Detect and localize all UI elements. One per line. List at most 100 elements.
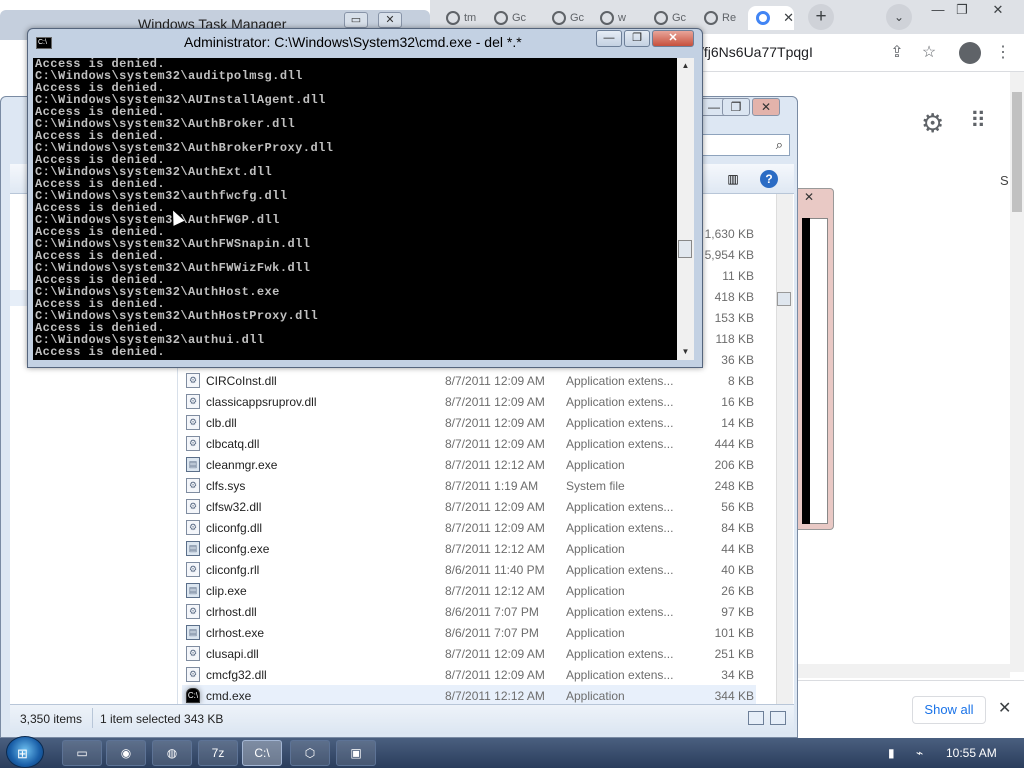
bookmark-star-icon[interactable]: ☆ bbox=[918, 42, 940, 64]
cmd-scrollbar[interactable] bbox=[677, 58, 694, 360]
file-row[interactable]: ▤ cliconfg.exe 8/7/2011 12:12 AM Applicatio… bbox=[182, 538, 756, 559]
cmd-file-icon: C:\ bbox=[186, 688, 200, 703]
dll-file-icon: ⚙ bbox=[186, 646, 200, 661]
explorer-scrollbar[interactable] bbox=[776, 194, 793, 704]
chrome-tab-1[interactable]: tm bbox=[438, 6, 486, 30]
file-row[interactable]: C:\ cmd.exe 8/7/2011 12:12 AM Application 34… bbox=[182, 685, 756, 706]
close-icon[interactable]: ✕ bbox=[652, 30, 694, 47]
show-all-button[interactable]: Show all bbox=[912, 696, 986, 724]
apps-grid-icon[interactable]: ⠿ bbox=[970, 108, 986, 134]
preview-pane-icon[interactable]: ▥ bbox=[724, 170, 742, 188]
scroll-thumb[interactable] bbox=[1012, 92, 1022, 212]
google-icon bbox=[494, 11, 508, 25]
minimize-icon[interactable]: — bbox=[596, 30, 622, 47]
chrome-tab-4[interactable]: w bbox=[592, 6, 640, 30]
close-icon[interactable]: ✕ bbox=[986, 2, 1010, 20]
file-size-cell: 36 KB bbox=[721, 353, 754, 367]
cmd-window-icon: C:\ bbox=[36, 37, 52, 49]
file-row[interactable]: ⚙ clusapi.dll 8/7/2011 12:09 AM Application… bbox=[182, 643, 756, 664]
file-size: 16 KB bbox=[721, 395, 754, 409]
restore-icon[interactable]: ❐ bbox=[722, 98, 750, 116]
minimize-icon[interactable]: — bbox=[926, 2, 950, 20]
file-row[interactable]: ⚙ classicappsruprov.dll 8/7/2011 12:09 AM A… bbox=[182, 391, 756, 412]
scroll-up-icon[interactable]: ▲ bbox=[677, 58, 694, 74]
close-tab-icon[interactable]: ✕ bbox=[783, 6, 794, 30]
profile-avatar-icon[interactable] bbox=[959, 42, 981, 64]
file-name: clrhost.dll bbox=[206, 605, 257, 619]
file-row[interactable]: ⚙ cliconfg.rll 8/6/2011 11:40 PM Applicatio… bbox=[182, 559, 756, 580]
file-name: cliconfg.rll bbox=[206, 563, 260, 577]
file-row[interactable]: ⚙ clfsw32.dll 8/7/2011 12:09 AM Application… bbox=[182, 496, 756, 517]
file-name: clrhost.exe bbox=[206, 626, 265, 640]
file-date: 8/7/2011 1:19 AM bbox=[445, 479, 539, 493]
maximize-icon[interactable]: ❐ bbox=[624, 30, 650, 47]
file-row[interactable]: ⚙ clrhost.dll 8/6/2011 7:07 PM Application … bbox=[182, 601, 756, 622]
close-icon[interactable]: ✕ bbox=[378, 12, 402, 28]
chrome-tab-5[interactable]: Gc bbox=[646, 6, 694, 30]
close-download-bar-icon[interactable]: ✕ bbox=[998, 698, 1011, 718]
taskbar-7zip-button[interactable]: 7z bbox=[198, 740, 238, 766]
file-size: 84 KB bbox=[721, 521, 754, 535]
console-output[interactable]: Access is denied. C:\Windows\system32\au… bbox=[33, 58, 678, 360]
taskbar-explorer-button[interactable]: ▭ bbox=[62, 740, 102, 766]
file-size: 344 KB bbox=[714, 689, 754, 703]
details-view-icon[interactable] bbox=[748, 711, 764, 725]
dll-file-icon: ⚙ bbox=[186, 499, 200, 514]
chrome-tab-2[interactable]: Gc bbox=[486, 6, 534, 30]
taskbar-cmd-button[interactable]: C:\ bbox=[242, 740, 282, 766]
settings-gear-icon[interactable]: ⚙ bbox=[921, 108, 944, 139]
file-row[interactable]: ⚙ clbcatq.dll 8/7/2011 12:09 AM Application… bbox=[182, 433, 756, 454]
tab-favicon-icon bbox=[446, 11, 460, 25]
chrome-tab-6[interactable]: Re bbox=[696, 6, 744, 30]
taskbar-rdp-button[interactable]: ▣ bbox=[336, 740, 376, 766]
file-date: 8/7/2011 12:09 AM bbox=[445, 416, 545, 430]
network-status-icon[interactable]: ▮ bbox=[888, 746, 895, 760]
url-text[interactable]: /fj6Ns6Ua77TpqgI bbox=[700, 44, 813, 60]
scroll-thumb[interactable] bbox=[777, 292, 791, 306]
chrome-tab-active[interactable]: ✕ bbox=[748, 6, 794, 30]
file-size-cell: 118 KB bbox=[715, 332, 754, 346]
file-row[interactable]: ▤ clrhost.exe 8/6/2011 7:07 PM Application 1… bbox=[182, 622, 756, 643]
chrome-tab-3[interactable]: Gc bbox=[544, 6, 592, 30]
taskbar-firefox-button[interactable]: ◉ bbox=[106, 740, 146, 766]
scroll-thumb[interactable] bbox=[678, 240, 692, 258]
small-window-console bbox=[802, 218, 810, 524]
file-size: 444 KB bbox=[714, 437, 754, 451]
file-date: 8/7/2011 12:09 AM bbox=[445, 521, 545, 535]
file-date: 8/6/2011 7:07 PM bbox=[445, 626, 539, 640]
tab-search-chevron-icon[interactable]: ⌄ bbox=[886, 4, 912, 30]
file-size-cell: 11 KB bbox=[722, 269, 754, 283]
scroll-down-icon[interactable]: ▼ bbox=[677, 344, 694, 360]
share-icon[interactable]: ⇪ bbox=[886, 42, 908, 64]
file-row[interactable]: ▤ cleanmgr.exe 8/7/2011 12:12 AM Applicatio… bbox=[182, 454, 756, 475]
file-date: 8/7/2011 12:09 AM bbox=[445, 395, 545, 409]
taskbar-chrome-button[interactable]: ◍ bbox=[152, 740, 192, 766]
file-row[interactable]: ▤ clip.exe 8/7/2011 12:12 AM Application 26 … bbox=[182, 580, 756, 601]
taskbar-virtualbox-button[interactable]: ⬡ bbox=[290, 740, 330, 766]
large-icons-view-icon[interactable] bbox=[770, 711, 786, 725]
file-size-cell: 1,630 KB bbox=[704, 227, 754, 241]
close-icon[interactable]: ✕ bbox=[796, 190, 822, 208]
file-name: CIRCoInst.dll bbox=[206, 374, 277, 388]
dll-file-icon: ⚙ bbox=[186, 415, 200, 430]
minimize-icon[interactable]: ▭ bbox=[344, 12, 368, 28]
file-row[interactable]: ⚙ CIRCoInst.dll 8/7/2011 12:09 AM Applicati… bbox=[182, 370, 756, 391]
chrome-scrollbar[interactable] bbox=[1010, 72, 1024, 672]
file-size: 44 KB bbox=[721, 542, 754, 556]
file-row[interactable]: ⚙ cliconfg.dll 8/7/2011 12:09 AM Applicatio… bbox=[182, 517, 756, 538]
file-row[interactable]: ⚙ clfs.sys 8/7/2011 1:19 AM System file 248 … bbox=[182, 475, 756, 496]
google-icon bbox=[654, 11, 668, 25]
dll-file-icon: ⚙ bbox=[186, 373, 200, 388]
dll-file-icon: ⚙ bbox=[186, 436, 200, 451]
help-icon[interactable]: ? bbox=[760, 170, 778, 188]
restore-icon[interactable]: ❐ bbox=[950, 2, 974, 20]
file-row[interactable]: ⚙ clb.dll 8/7/2011 12:09 AM Application ext… bbox=[182, 412, 756, 433]
close-icon[interactable]: ✕ bbox=[752, 98, 780, 116]
kebab-menu-icon[interactable]: ⋮ bbox=[992, 42, 1014, 64]
file-row[interactable]: ⚙ cmcfg32.dll 8/7/2011 12:09 AM Application… bbox=[182, 664, 756, 685]
network-icon[interactable]: ⌁ bbox=[916, 746, 923, 760]
clock[interactable]: 10:55 AM bbox=[946, 746, 997, 760]
new-tab-button[interactable]: + bbox=[808, 4, 834, 30]
file-type: Application extens... bbox=[566, 668, 674, 682]
search-input[interactable]: ⌕ bbox=[700, 134, 790, 156]
